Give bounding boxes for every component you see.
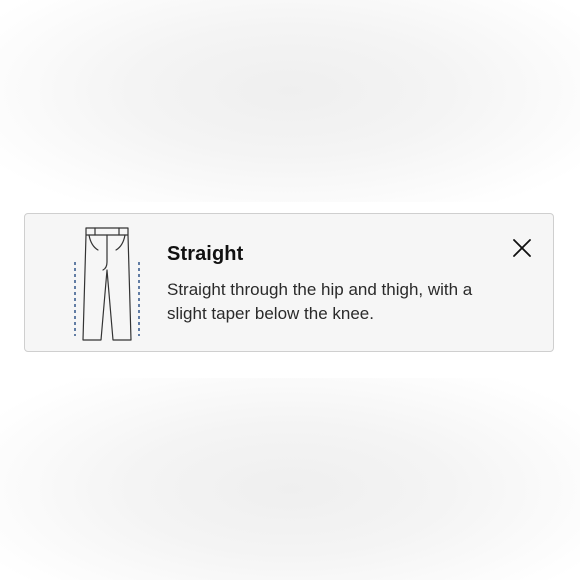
fit-title: Straight bbox=[167, 243, 244, 265]
close-icon bbox=[513, 239, 531, 257]
close-button[interactable] bbox=[509, 235, 535, 261]
pants-straight-fit-icon bbox=[74, 227, 140, 341]
background-top bbox=[0, 0, 580, 202]
background-bottom bbox=[0, 378, 580, 580]
fit-description: Straight through the hip and thigh, with… bbox=[167, 280, 473, 323]
fit-info-card: Straight Straight through the hip and th… bbox=[24, 213, 554, 352]
